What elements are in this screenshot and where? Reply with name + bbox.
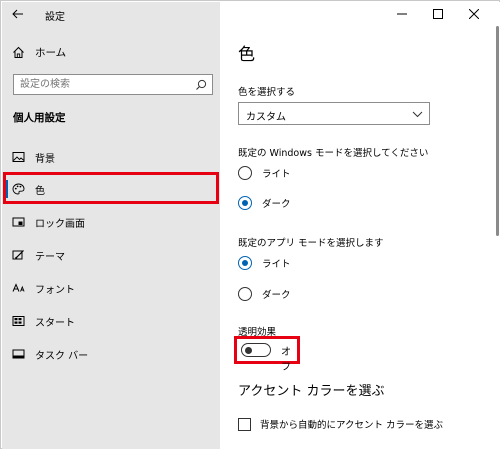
sidebar-item-lock-screen[interactable]: ロック画面 [2,207,220,237]
font-icon [12,283,25,292]
titlebar-left: 設定 [2,2,220,26]
radio-label: ライト [262,259,291,270]
close-icon [469,9,479,19]
maximize-button[interactable] [420,5,456,23]
windows-mode-dark-option[interactable]: ダーク [238,194,291,212]
checkbox[interactable] [238,417,251,431]
windows-mode-light-option[interactable]: ライト [238,164,291,182]
radio-label: ダーク [262,290,291,301]
scrollbar[interactable] [496,26,499,236]
search-box[interactable] [13,74,213,95]
toggle-state-label: オフ [281,347,291,373]
sidebar-item-label: テーマ [35,252,65,263]
radio-label: ダーク [262,199,291,210]
radio-button[interactable] [238,287,252,301]
sidebar-item-start[interactable]: スタート [2,306,220,336]
sidebar-item-home[interactable]: ホーム [2,40,220,64]
accent-color-heading: アクセント カラーを選ぶ [238,384,385,399]
minimize-button[interactable] [384,5,420,23]
theme-icon [12,250,24,260]
sidebar-item-label: 背景 [35,154,55,165]
window-controls [384,5,492,23]
page-title: 色 [238,45,255,65]
radio-button-checked[interactable] [238,256,252,270]
radio-button-checked[interactable] [238,196,252,210]
sidebar: 設定 ホーム 個人用設定 背景 [2,2,220,449]
choose-color-value: カスタム [246,112,286,123]
choose-color-label: 色を選択する [238,87,296,98]
chevron-down-icon [412,111,423,118]
app-mode-light-option[interactable]: ライト [238,254,291,272]
start-icon [12,316,25,326]
minimize-icon [397,13,407,15]
sidebar-item-taskbar[interactable]: タスク バー [2,339,220,369]
picture-icon [12,152,25,162]
maximize-icon [433,9,443,19]
home-icon [13,46,24,58]
sidebar-item-label: タスク バー [35,351,89,362]
transparency-toggle-highlight: オフ [234,336,300,373]
sidebar-item-font[interactable]: フォント [2,273,220,303]
sidebar-item-label: フォント [35,285,75,296]
back-arrow-icon [12,9,23,19]
sidebar-item-background[interactable]: 背景 [2,142,220,172]
close-button[interactable] [456,5,492,23]
main-content: 色 色を選択する カスタム 既定の Windows モードを選択してください ラ… [220,2,500,449]
auto-accent-option[interactable]: 背景から自動的にアクセント カラーを選ぶ [238,416,443,432]
settings-window: 設定 ホーム 個人用設定 背景 [0,0,500,449]
radio-button[interactable] [238,166,252,180]
radio-label: ライト [262,169,291,180]
app-mode-dark-option[interactable]: ダーク [238,285,291,303]
windows-mode-label: 既定の Windows モードを選択してください [238,148,429,159]
toggle-knob [245,346,252,354]
lock-screen-icon [12,217,25,227]
section-heading: 個人用設定 [13,112,66,124]
transparency-toggle[interactable] [241,343,271,357]
taskbar-icon [12,349,25,359]
search-input[interactable] [20,77,190,92]
search-icon[interactable] [195,79,207,91]
sidebar-item-label: ロック画面 [35,219,85,230]
app-mode-label: 既定のアプリ モードを選択します [238,238,384,249]
back-button[interactable] [8,5,28,23]
highlight-box-color-item [3,172,219,204]
sidebar-item-theme[interactable]: テーマ [2,240,220,270]
choose-color-dropdown[interactable]: カスタム [238,102,430,125]
sidebar-item-label: スタート [35,318,75,329]
window-title: 設定 [45,12,65,23]
home-label: ホーム [35,47,67,59]
checkbox-label: 背景から自動的にアクセント カラーを選ぶ [260,420,444,431]
